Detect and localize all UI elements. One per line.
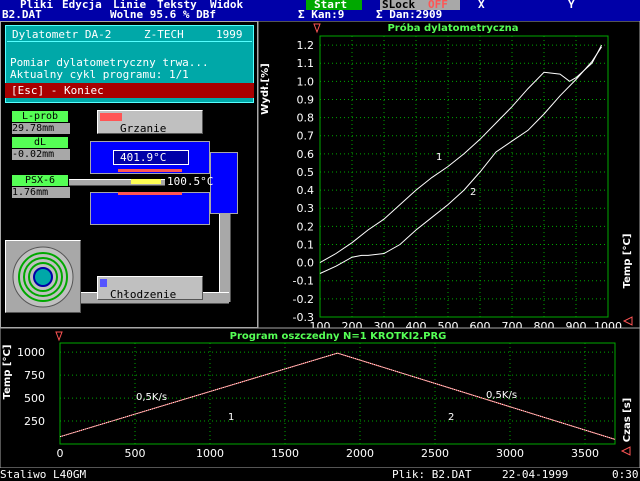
segment-2-label: 2 bbox=[448, 412, 454, 423]
cooling-fan-disc bbox=[12, 246, 74, 308]
x-tick-label: 600 bbox=[470, 320, 491, 328]
cooling-indicator: Chłodzenie bbox=[97, 276, 203, 301]
y-tick-label: 1.0 bbox=[297, 75, 315, 88]
furnace-temp: 401.9°C bbox=[120, 151, 167, 164]
heating-level-fill bbox=[100, 113, 123, 121]
psx-value: 1.76mm bbox=[12, 187, 70, 198]
y-tick-label: 0.4 bbox=[297, 184, 315, 197]
status-free: Wolne 95.6 % DBf bbox=[110, 8, 216, 21]
device-brand: Z-TECH bbox=[144, 28, 184, 41]
lprob-value: 29.78mm bbox=[12, 123, 70, 134]
psx-label: PSX-6 bbox=[12, 175, 68, 186]
program-x-tick-label: 0 bbox=[57, 447, 64, 460]
device-year: 1999 bbox=[216, 28, 243, 41]
heating-indicator: Grzanie bbox=[97, 110, 203, 135]
heater-element-bottom bbox=[118, 192, 182, 195]
status-bar: B2.DAT Wolne 95.6 % DBf Σ Kan:9 Σ Dan:29… bbox=[0, 8, 640, 21]
program-chart-svg: Program oszczedny N=1 KROTKI2.PRG Temp [… bbox=[0, 327, 640, 469]
sample bbox=[131, 179, 161, 184]
dl-label: dL bbox=[12, 137, 68, 148]
footer-steel: Staliwo L40GM bbox=[0, 468, 87, 481]
program-y-tick-label: 250 bbox=[24, 415, 45, 428]
y-tick-label: 0.2 bbox=[297, 220, 315, 233]
heater-element-top bbox=[118, 169, 182, 172]
x-tick-label: 900 bbox=[566, 320, 587, 328]
cooling-pipe-vertical bbox=[219, 214, 231, 302]
furnace-side bbox=[210, 152, 238, 214]
x-tick-label: 400 bbox=[406, 320, 427, 328]
footer-bar: Staliwo L40GM Plik: B2.DAT 22-04-1999 0:… bbox=[0, 468, 640, 481]
segment-1-label: 1 bbox=[228, 412, 234, 423]
cooling-level-fill bbox=[100, 279, 108, 287]
chart-title: Próba dylatometryczna bbox=[387, 22, 518, 34]
program-chart: Program oszczedny N=1 KROTKI2.PRG Temp [… bbox=[0, 327, 640, 469]
chart-ylabel: Wydł.[%] bbox=[260, 63, 271, 114]
footer-date: 22-04-1999 bbox=[502, 468, 569, 481]
program-x-tick-label: 1000 bbox=[196, 447, 224, 460]
dilatometric-chart-svg: Próba dylatometryczna Wydł.[%] Temp [°C]… bbox=[257, 20, 640, 333]
program-xlabel: Czas [s] bbox=[622, 398, 633, 442]
x-tick-label: 300 bbox=[374, 320, 395, 328]
furnace-temp-box: 401.9°C bbox=[113, 150, 189, 165]
program-x-tick-label: 1500 bbox=[271, 447, 299, 460]
cooling-fan-housing bbox=[5, 240, 81, 313]
x-tick-label: 1000 bbox=[594, 320, 622, 328]
y-tick-label: 0.0 bbox=[297, 257, 315, 270]
dl-value: -0.02mm bbox=[12, 149, 70, 160]
footer-time: 0:30 bbox=[612, 468, 639, 481]
x-tick-label: 100 bbox=[310, 320, 331, 328]
x-tick-label: 200 bbox=[342, 320, 363, 328]
y-tick-label: 0.1 bbox=[297, 238, 315, 251]
program-ylabel: Temp [°C] bbox=[2, 345, 13, 400]
y-tick-label: 1.2 bbox=[297, 39, 315, 52]
program-x-tick-label: 2500 bbox=[421, 447, 449, 460]
rate-2-label: 0,5K/s bbox=[486, 390, 517, 401]
program-y-tick-label: 750 bbox=[24, 369, 45, 382]
control-panel: Dylatometr DA-2 Z-TECH 1999 Pomiar dylat… bbox=[0, 21, 258, 328]
y-tick-label: 0.7 bbox=[297, 130, 315, 143]
heating-label: Grzanie bbox=[120, 122, 167, 135]
cooling-label: Chłodzenie bbox=[110, 288, 177, 301]
x-tick-label: 500 bbox=[438, 320, 459, 328]
program-y-tick-label: 500 bbox=[24, 392, 45, 405]
esc-label: [Esc] - Koniec bbox=[11, 84, 104, 97]
device-name: Dylatometr DA-2 bbox=[12, 28, 112, 41]
series-2-label: 2 bbox=[470, 187, 476, 198]
y-tick-label: -0.2 bbox=[293, 293, 314, 306]
y-tick-label: 0.9 bbox=[297, 93, 315, 106]
status-file: B2.DAT bbox=[2, 8, 42, 21]
furnace-bottom bbox=[90, 192, 210, 225]
y-tick-label: 0.5 bbox=[297, 166, 315, 179]
program-title: Program oszczedny N=1 KROTKI2.PRG bbox=[230, 331, 447, 342]
chart-xlabel: Temp [°C] bbox=[622, 234, 633, 289]
cycle-message: Aktualny cykl programu: 1/1 bbox=[10, 68, 189, 81]
y-tick-label: 0.6 bbox=[297, 148, 315, 161]
y-tick-label: 1.1 bbox=[297, 57, 315, 70]
sample-temp: 100.5°C bbox=[167, 175, 214, 188]
x-tick-label: 700 bbox=[502, 320, 523, 328]
rate-1-label: 0,5K/s bbox=[136, 392, 167, 403]
program-x-tick-label: 3000 bbox=[496, 447, 524, 460]
dilatometric-chart: Próba dylatometryczna Wydł.[%] Temp [°C]… bbox=[257, 20, 640, 333]
program-y-tick-label: 1000 bbox=[17, 346, 45, 359]
lprob-label: L-prob bbox=[12, 111, 68, 122]
program-x-tick-label: 3500 bbox=[571, 447, 599, 460]
program-x-tick-label: 2000 bbox=[346, 447, 374, 460]
footer-file: Plik: B2.DAT bbox=[392, 468, 472, 481]
y-tick-label: -0.1 bbox=[293, 275, 314, 288]
x-tick-label: 800 bbox=[534, 320, 555, 328]
series-1-label: 1 bbox=[436, 152, 442, 163]
status-data-count: Σ Dan:2909 bbox=[376, 8, 443, 21]
status-channels: Σ Kan:9 bbox=[298, 8, 345, 21]
y-tick-label: 0.3 bbox=[297, 202, 315, 215]
program-x-tick-label: 500 bbox=[125, 447, 146, 460]
esc-exit-button[interactable]: [Esc] - Koniec bbox=[5, 83, 254, 98]
y-tick-label: 0.8 bbox=[297, 112, 315, 125]
